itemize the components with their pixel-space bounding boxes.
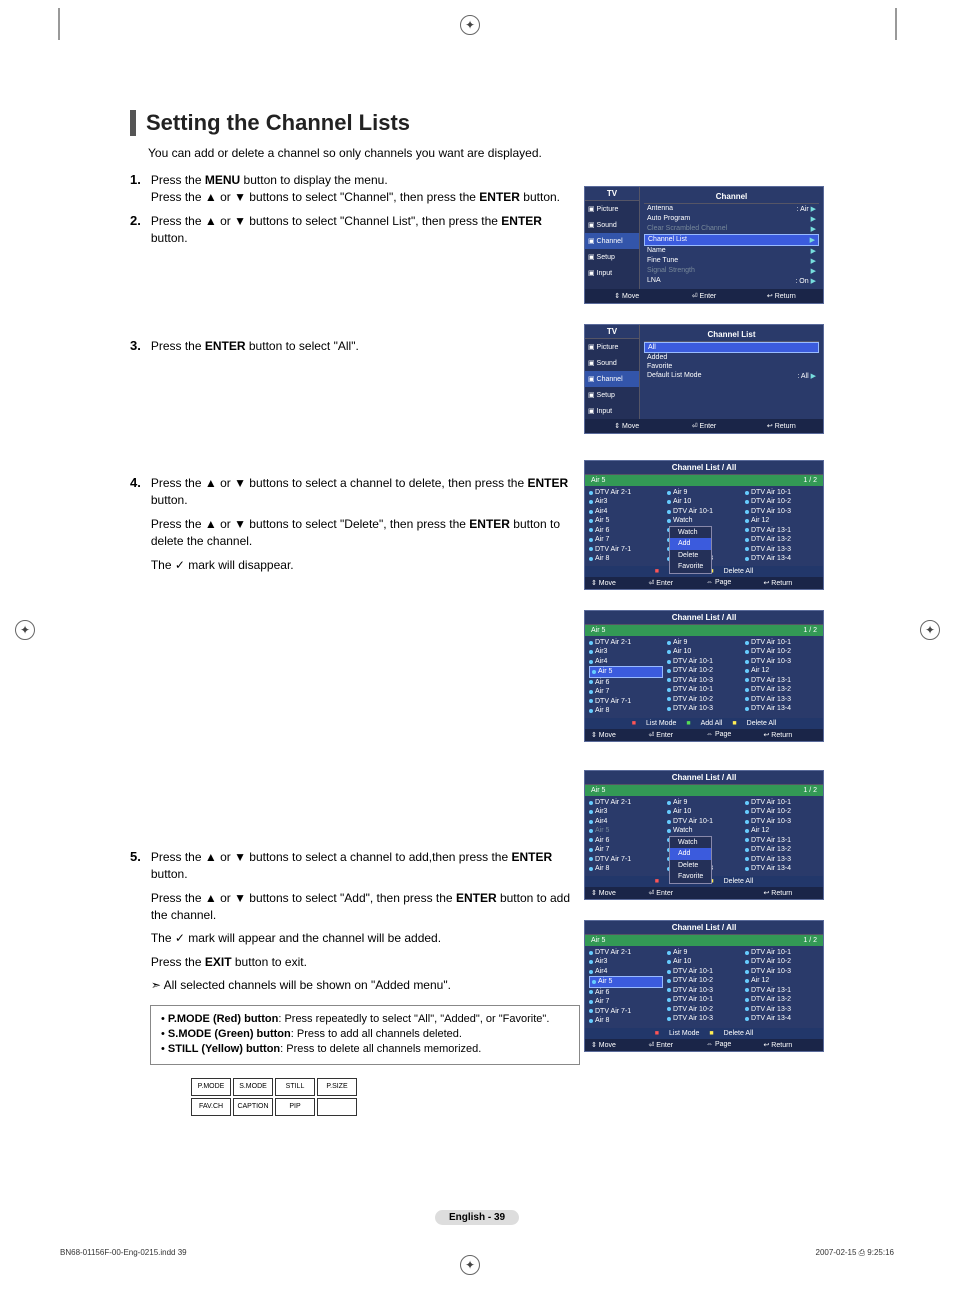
osd-menu-row: Default List Mode: All ▶ <box>644 371 819 381</box>
osd-foot-hint: ⏎ Enter <box>668 292 739 300</box>
osd-foot-hint: ⇕ Move <box>591 292 662 300</box>
osd-foot-hint: ⏎ Enter <box>668 422 739 430</box>
osd-channel-grid-delete: Channel List / AllAir 51 / 2DTV Air 2-1A… <box>584 460 824 590</box>
osd-menu-row: All <box>644 342 819 353</box>
osd-channel-list-menu: TV▣ Picture▣ Sound▣ Channel▣ Setup▣ Inpu… <box>584 324 824 434</box>
step-text: Press the ENTER button to select "All". <box>151 338 581 355</box>
page-footer: English - 39 <box>0 1210 954 1225</box>
osd-tab: ▣ Sound <box>585 217 639 233</box>
osd-title: Channel <box>644 190 819 204</box>
osd-channel-grid-add: Channel List / AllAir 51 / 2DTV Air 2-1A… <box>584 770 824 900</box>
osd-menu-row: Clear Scrambled Channel ▶ <box>644 224 819 234</box>
tip-box: • P.MODE (Red) button: Press repeatedly … <box>150 1005 580 1065</box>
step-number: 2. <box>130 213 141 228</box>
osd-side-title: TV <box>585 187 639 201</box>
osd-menu-row: Fine Tune ▶ <box>644 256 819 266</box>
remote-button: STILL <box>275 1078 315 1096</box>
remote-button: CAPTION <box>233 1098 273 1116</box>
step-text: Press the ▲ or ▼ buttons to select a cha… <box>151 849 581 995</box>
remote-button: P.MODE <box>191 1078 231 1096</box>
osd-menu-row: Name ▶ <box>644 246 819 256</box>
osd-menu-row: LNA: On ▶ <box>644 276 819 286</box>
osd-side-title: TV <box>585 325 639 339</box>
step-number: 3. <box>130 338 141 353</box>
osd-menu-row: Antenna: Air ▶ <box>644 204 819 214</box>
osd-menu-row: Auto Program ▶ <box>644 214 819 224</box>
step-text: Press the ▲ or ▼ buttons to select a cha… <box>151 475 581 574</box>
remote-button: FAV.CH <box>191 1098 231 1116</box>
osd-menu-row: Added <box>644 353 819 362</box>
intro-text: You can add or delete a channel so only … <box>148 146 894 160</box>
remote-button: PIP <box>275 1098 315 1116</box>
osd-foot-hint: ↩ Return <box>746 292 817 300</box>
remote-button <box>317 1098 357 1116</box>
step-number: 4. <box>130 475 141 490</box>
remote-diagram: P.MODES.MODESTILLP.SIZE FAV.CHCAPTIONPIP <box>190 1077 894 1117</box>
print-time: 2007-02-15 ⎙ 9:25:16 <box>816 1248 894 1258</box>
osd-channel-grid-deleted: Channel List / AllAir 51 / 2DTV Air 2-1A… <box>584 610 824 742</box>
osd-foot-hint: ⇕ Move <box>591 422 662 430</box>
step-number: 5. <box>130 849 141 864</box>
osd-menu-row: Favorite <box>644 362 819 371</box>
osd-title: Channel List <box>644 328 819 342</box>
osd-tab: ▣ Sound <box>585 355 639 371</box>
remote-button: S.MODE <box>233 1078 273 1096</box>
step-text: Press the ▲ or ▼ buttons to select "Chan… <box>151 213 581 248</box>
page-title: Setting the Channel Lists <box>130 110 894 136</box>
osd-menu-row: Signal Strength ▶ <box>644 266 819 276</box>
osd-tab: ▣ Channel <box>585 371 639 387</box>
osd-channel-grid-added: Channel List / AllAir 51 / 2DTV Air 2-1A… <box>584 920 824 1052</box>
osd-tab: ▣ Channel <box>585 233 639 249</box>
osd-tab: ▣ Picture <box>585 339 639 355</box>
remote-button: P.SIZE <box>317 1078 357 1096</box>
osd-tab: ▣ Setup <box>585 249 639 265</box>
osd-tab: ▣ Input <box>585 265 639 281</box>
print-file: BN68-01156F-00-Eng-0215.indd 39 <box>60 1248 187 1258</box>
print-meta: BN68-01156F-00-Eng-0215.indd 39 2007-02-… <box>60 1248 894 1258</box>
osd-tab: ▣ Setup <box>585 387 639 403</box>
osd-menu-row: Channel List ▶ <box>644 234 819 246</box>
step-number: 1. <box>130 172 141 187</box>
osd-channel-menu: TV▣ Picture▣ Sound▣ Channel▣ Setup▣ Inpu… <box>584 186 824 304</box>
osd-tab: ▣ Input <box>585 403 639 419</box>
page-number: English - 39 <box>435 1210 519 1225</box>
osd-tab: ▣ Picture <box>585 201 639 217</box>
step-text: Press the MENU button to display the men… <box>151 172 581 207</box>
osd-foot-hint: ↩ Return <box>746 422 817 430</box>
